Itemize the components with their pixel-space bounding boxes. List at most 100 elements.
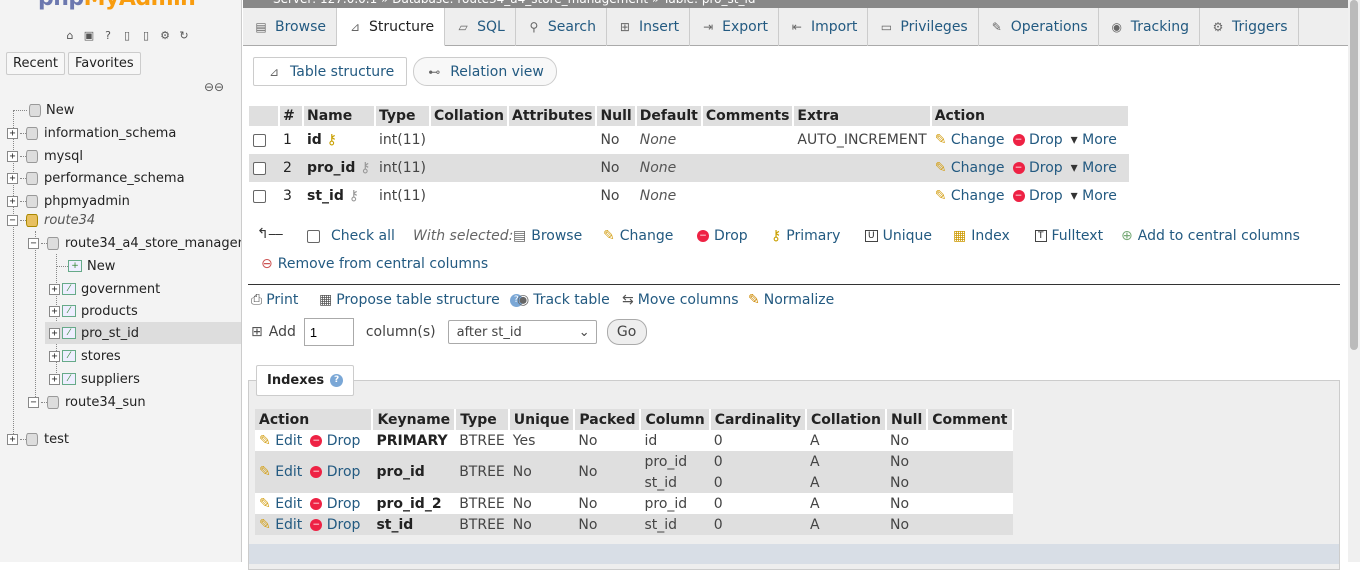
tree-db-test[interactable]: + test bbox=[7, 428, 69, 450]
row-checkbox[interactable] bbox=[253, 133, 266, 147]
tree-table-pro-st-id[interactable]: + ⁄ pro_st_id bbox=[45, 322, 241, 344]
scrollbar[interactable] bbox=[1348, 0, 1360, 562]
edit-index-button[interactable]: ✎ Edit bbox=[259, 433, 302, 449]
drop-button[interactable]: − Drop bbox=[1012, 188, 1063, 204]
check-all[interactable]: Check all bbox=[307, 228, 395, 244]
drop-index-button[interactable]: − Drop bbox=[310, 433, 360, 449]
tree-db-mysql[interactable]: + mysql bbox=[7, 145, 83, 167]
tab-insert[interactable]: ⊞ Insert bbox=[607, 8, 691, 46]
expand-icon[interactable]: + bbox=[7, 172, 18, 184]
check-all-checkbox[interactable] bbox=[307, 229, 320, 243]
move-columns-button[interactable]: ⇆ Move columns bbox=[622, 292, 739, 308]
gear-icon[interactable]: ⚙ bbox=[157, 27, 173, 43]
ws-index-button[interactable]: ▦ Index bbox=[953, 228, 1010, 244]
ws-unique-button[interactable]: U Unique bbox=[865, 228, 932, 244]
tab-tracking[interactable]: ◉ Tracking bbox=[1099, 8, 1200, 46]
expand-icon[interactable]: + bbox=[49, 373, 60, 385]
tab-sql[interactable]: ▱ SQL bbox=[445, 8, 516, 46]
tab-triggers[interactable]: ⚙ Triggers bbox=[1200, 8, 1299, 46]
ws-remove-central-button[interactable]: ⊖ Remove from central columns bbox=[261, 256, 488, 272]
tab-search[interactable]: ⚲ Search bbox=[516, 8, 607, 46]
tree-table-government[interactable]: + ⁄ government bbox=[49, 278, 160, 300]
tree-new[interactable]: New bbox=[13, 99, 74, 121]
expand-icon[interactable]: + bbox=[7, 150, 18, 162]
change-button[interactable]: ✎ Change bbox=[935, 132, 1005, 148]
tree-db-route34[interactable]: − route34 bbox=[7, 209, 95, 231]
row-checkbox[interactable] bbox=[253, 189, 266, 203]
header-comments[interactable]: Comments bbox=[701, 106, 795, 126]
tree-table-new[interactable]: + New bbox=[56, 255, 115, 277]
column-position-select[interactable]: after st_id ⌄ bbox=[447, 320, 597, 344]
ws-drop-button[interactable]: − Drop bbox=[697, 228, 748, 244]
subtab-table-structure[interactable]: ⊿ Table structure bbox=[253, 57, 408, 86]
header-num[interactable]: # bbox=[279, 106, 304, 126]
edit-index-button[interactable]: ✎ Edit bbox=[259, 517, 302, 533]
tab-import[interactable]: ⇤ Import bbox=[779, 8, 869, 46]
home-icon[interactable]: ⌂ bbox=[62, 27, 78, 43]
tab-export[interactable]: ⇥ Export bbox=[690, 8, 779, 46]
tab-structure[interactable]: ⊿ Structure bbox=[336, 8, 446, 46]
go-button[interactable]: Go bbox=[606, 319, 647, 345]
expand-icon[interactable]: + bbox=[49, 327, 60, 339]
more-dropdown[interactable]: ▾ More bbox=[1071, 132, 1117, 148]
more-dropdown[interactable]: ▾ More bbox=[1071, 160, 1117, 176]
logout-icon[interactable]: ▣ bbox=[81, 27, 97, 43]
collapse-icon[interactable]: − bbox=[28, 396, 39, 408]
tree-db-performance-schema[interactable]: + performance_schema bbox=[7, 167, 185, 189]
ws-add-central-button[interactable]: ⊕ Add to central columns bbox=[1121, 228, 1300, 244]
ws-change-button[interactable]: ✎ Change bbox=[603, 228, 673, 244]
drop-button[interactable]: − Drop bbox=[1012, 160, 1063, 176]
header-attributes[interactable]: Attributes bbox=[508, 106, 598, 126]
tree-db-information-schema[interactable]: + information_schema bbox=[7, 122, 176, 144]
recent-button[interactable]: Recent bbox=[6, 52, 65, 75]
expand-icon[interactable]: + bbox=[7, 195, 18, 207]
drop-button[interactable]: − Drop bbox=[1012, 132, 1063, 148]
drop-index-button[interactable]: − Drop bbox=[310, 464, 360, 480]
expand-icon[interactable]: + bbox=[49, 283, 60, 295]
tree-db-route34-sun[interactable]: − route34_sun bbox=[28, 391, 146, 413]
tab-operations[interactable]: ✎ Operations bbox=[979, 8, 1099, 46]
ws-primary-button[interactable]: ⚷ Primary bbox=[771, 228, 840, 244]
row-checkbox[interactable] bbox=[253, 161, 266, 175]
scrollbar-thumb[interactable] bbox=[1350, 0, 1358, 350]
edit-index-button[interactable]: ✎ Edit bbox=[259, 464, 302, 480]
help-icon[interactable]: ? bbox=[100, 27, 116, 43]
header-collation[interactable]: Collation bbox=[430, 106, 510, 126]
track-table-button[interactable]: ◉ Track table bbox=[517, 292, 610, 308]
link-icon[interactable]: ⊖⊖ bbox=[204, 80, 224, 94]
tab-privileges[interactable]: ▭ Privileges bbox=[868, 8, 979, 46]
favorites-button[interactable]: Favorites bbox=[67, 52, 141, 75]
more-dropdown[interactable]: ▾ More bbox=[1071, 188, 1117, 204]
normalize-button[interactable]: ✎ Normalize bbox=[748, 292, 834, 308]
header-default[interactable]: Default bbox=[635, 106, 703, 126]
collapse-icon[interactable]: − bbox=[28, 237, 39, 249]
tree-db-route34-a4[interactable]: − route34_a4_store_management bbox=[28, 232, 241, 254]
expand-icon[interactable]: + bbox=[7, 433, 18, 445]
change-button[interactable]: ✎ Change bbox=[935, 188, 1005, 204]
drop-index-button[interactable]: − Drop bbox=[310, 496, 360, 512]
help-icon[interactable]: ? bbox=[330, 374, 344, 387]
subtab-relation-view[interactable]: ⊷ Relation view bbox=[413, 57, 557, 86]
docs-icon[interactable]: ▯ bbox=[119, 27, 135, 43]
tree-table-suppliers[interactable]: + ⁄ suppliers bbox=[49, 368, 140, 390]
header-null[interactable]: Null bbox=[596, 106, 637, 126]
header-type[interactable]: Type bbox=[375, 106, 431, 126]
phpmyadmin-logo[interactable]: phpMyAdmin bbox=[38, 0, 196, 11]
column-count-input[interactable] bbox=[303, 318, 354, 346]
expand-icon[interactable]: + bbox=[49, 305, 60, 317]
tree-table-stores[interactable]: + ⁄ stores bbox=[49, 345, 121, 367]
propose-structure-button[interactable]: ▦ Propose table structure? bbox=[319, 292, 523, 308]
tree-table-products[interactable]: + ⁄ products bbox=[49, 300, 138, 322]
tab-browse[interactable]: ▤ Browse bbox=[243, 8, 337, 46]
ws-fulltext-button[interactable]: T Fulltext bbox=[1035, 228, 1103, 244]
collapse-icon[interactable]: − bbox=[7, 214, 18, 226]
ws-browse-button[interactable]: ▤ Browse bbox=[513, 228, 582, 244]
breadcrumb[interactable]: Server: 127.0.0.1 » Database: route34_a4… bbox=[243, 0, 1360, 8]
expand-icon[interactable]: + bbox=[7, 127, 18, 139]
reload-icon[interactable]: ↻ bbox=[176, 27, 192, 43]
drop-index-button[interactable]: − Drop bbox=[310, 517, 360, 533]
change-button[interactable]: ✎ Change bbox=[935, 160, 1005, 176]
print-button[interactable]: ⎙ Print bbox=[251, 292, 298, 308]
header-extra[interactable]: Extra bbox=[793, 106, 932, 126]
docs2-icon[interactable]: ▯ bbox=[138, 27, 154, 43]
